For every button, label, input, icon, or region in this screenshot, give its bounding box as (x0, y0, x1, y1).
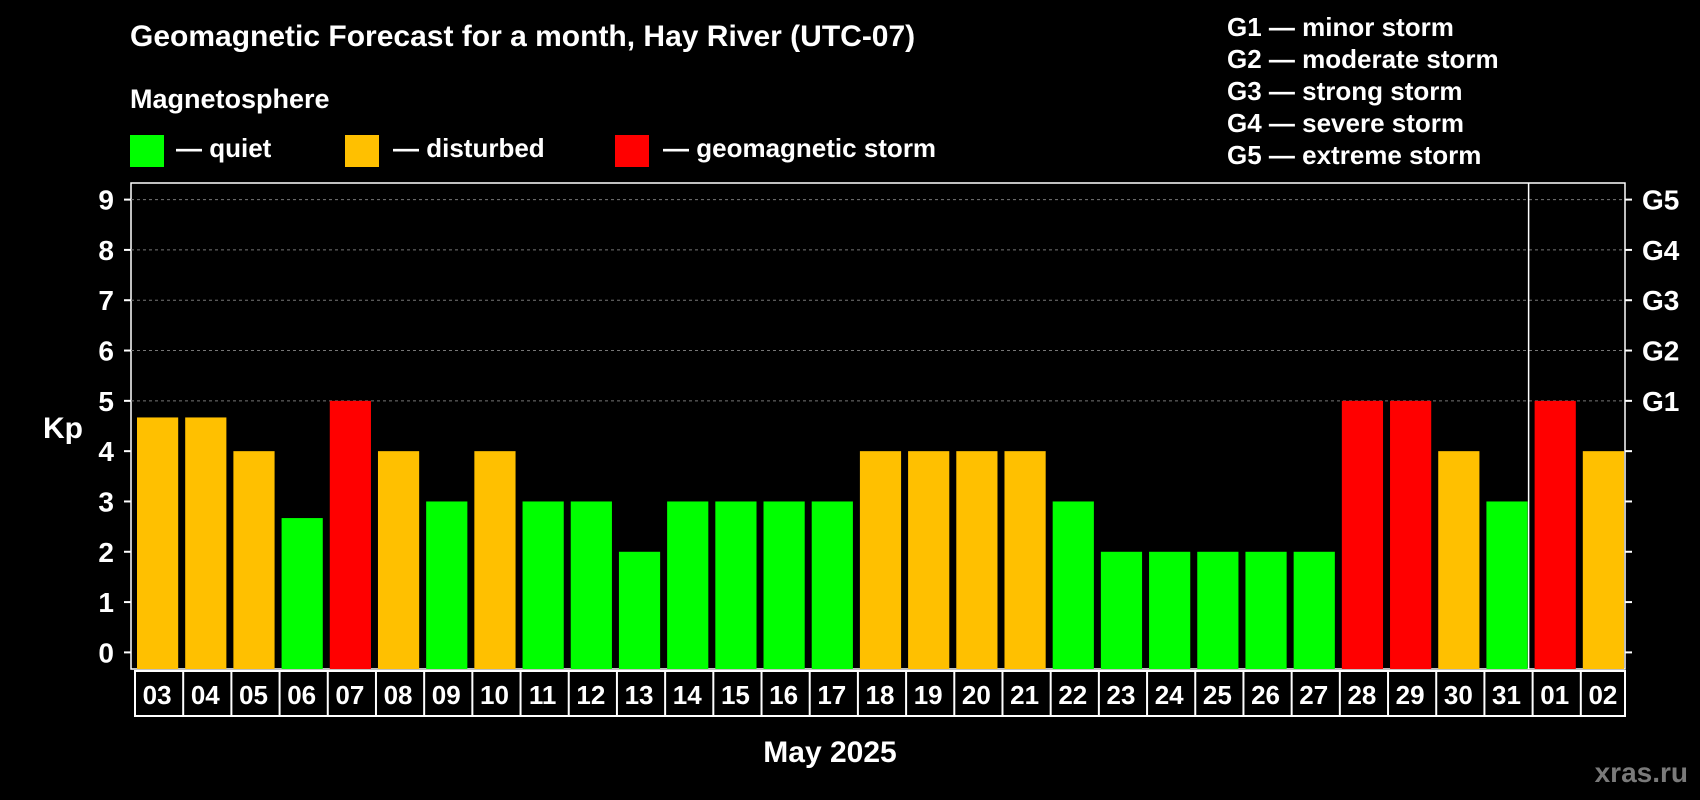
right-tick-label: G1 (1642, 386, 1679, 417)
x-tick-label: 26 (1251, 680, 1280, 710)
x-tick-label: 16 (769, 680, 798, 710)
x-tick-label: 06 (287, 680, 316, 710)
kp-bar-chart: Kp 0123456789G1G2G3G4G503 04 05 06 07 08 09 10 1… (43, 182, 1680, 717)
bar (570, 501, 612, 669)
x-tick-label: 10 (480, 680, 509, 710)
bar (1149, 551, 1191, 669)
y-axis-label: Kp (43, 412, 83, 445)
x-tick-label: 25 (1203, 680, 1232, 710)
y-tick-label: 3 (98, 486, 114, 517)
x-tick-label: 21 (1010, 680, 1039, 710)
y-tick-label: 5 (98, 386, 114, 417)
bar (1197, 551, 1239, 669)
bar (474, 451, 516, 669)
x-tick-label: 22 (1058, 680, 1087, 710)
x-tick-label: 28 (1347, 680, 1376, 710)
bar (859, 451, 902, 669)
bar (1245, 551, 1287, 669)
right-tick-label: G4 (1642, 235, 1680, 266)
bar (329, 400, 371, 669)
bar (1004, 451, 1046, 669)
y-tick-label: 8 (98, 235, 114, 266)
watermark: xras.ru (1594, 757, 1688, 788)
x-tick-label: 03 (143, 680, 172, 710)
y-tick-label: 6 (98, 336, 114, 367)
y-tick-label: 4 (98, 436, 114, 467)
bar (137, 417, 179, 669)
x-tick-label: 13 (625, 680, 654, 710)
bar (956, 451, 998, 669)
x-tick-label: 27 (1299, 680, 1328, 710)
right-tick-label: G3 (1642, 285, 1679, 316)
bar (1534, 400, 1576, 669)
bar (522, 501, 564, 669)
y-tick-label: 0 (98, 637, 114, 668)
x-tick-label: 20 (962, 680, 991, 710)
bar (1390, 400, 1432, 669)
x-tick-label: 31 (1492, 680, 1521, 710)
x-tick-label: 04 (191, 680, 220, 710)
x-tick-label: 23 (1107, 680, 1136, 710)
bar (233, 451, 275, 669)
bar (1293, 551, 1335, 669)
y-tick-label: 7 (98, 285, 114, 316)
x-tick-label: 14 (673, 680, 702, 710)
bar (426, 501, 468, 669)
x-tick-label: 02 (1588, 680, 1617, 710)
x-axis-label: May 2025 (763, 736, 897, 769)
x-tick-label: 05 (239, 680, 268, 710)
bar (667, 501, 709, 669)
right-tick-label: G2 (1642, 336, 1679, 367)
bar (811, 501, 853, 669)
bar (908, 451, 950, 669)
x-tick-label: 17 (817, 680, 846, 710)
y-tick-label: 2 (98, 537, 114, 568)
x-tick-label: 07 (335, 680, 364, 710)
bar (185, 417, 227, 669)
bar (1052, 501, 1094, 669)
x-tick-label: 19 (914, 680, 943, 710)
x-tick-label: 12 (576, 680, 605, 710)
bar (1438, 451, 1480, 669)
bar (1486, 501, 1528, 669)
bar (1582, 451, 1624, 669)
bar (281, 518, 323, 669)
bar (1100, 551, 1143, 669)
bar (763, 501, 805, 669)
y-tick-label: 9 (98, 185, 114, 216)
bar (377, 451, 420, 669)
x-tick-label: 29 (1396, 680, 1425, 710)
bar (715, 501, 757, 669)
x-tick-label: 09 (432, 680, 461, 710)
x-tick-label: 24 (1155, 680, 1184, 710)
x-tick-label: 30 (1444, 680, 1473, 710)
bar (618, 551, 661, 669)
bar (1341, 400, 1384, 669)
right-tick-label: G5 (1642, 185, 1679, 216)
x-tick-label: 15 (721, 680, 750, 710)
x-tick-label: 18 (866, 680, 895, 710)
x-tick-label: 11 (529, 680, 557, 710)
y-tick-label: 1 (98, 587, 114, 618)
x-tick-label: 08 (384, 680, 413, 710)
x-tick-label: 01 (1540, 680, 1569, 710)
